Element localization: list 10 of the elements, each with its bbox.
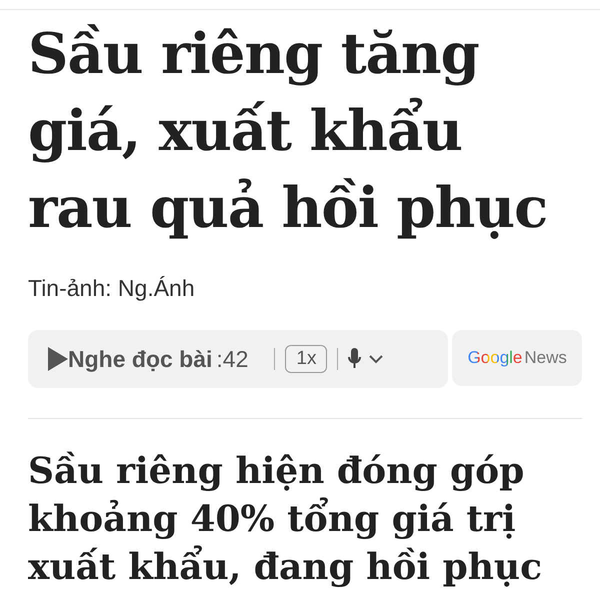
article-lead: Sầu riêng hiện đóng góp khoảng 40% tổng giá trị xuất khẩu, đang hồi phục xyxy=(28,449,544,590)
article-headline: Sầu riêng tăng giá, xuất khẩu rau quả hồi phục xyxy=(28,20,548,243)
speed-button[interactable]: 1x xyxy=(285,345,328,373)
play-icon xyxy=(48,347,68,371)
byline: Tin-ảnh: Ng.Ánh xyxy=(28,275,196,302)
chevron-down-icon xyxy=(370,355,384,364)
microphone-icon xyxy=(348,348,362,369)
duration-text: :42 xyxy=(216,346,248,372)
play-button[interactable]: Nghe đọc bài xyxy=(48,346,212,372)
google-news-button[interactable]: Google News xyxy=(452,330,582,386)
